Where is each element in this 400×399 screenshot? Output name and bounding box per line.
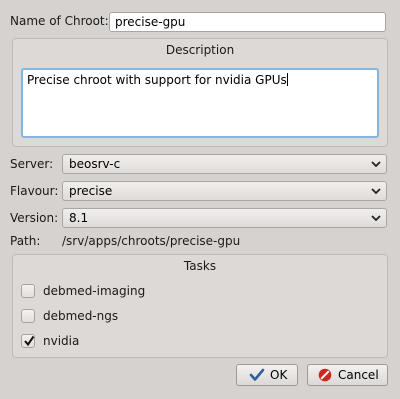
checkbox[interactable] xyxy=(21,284,35,298)
checkmark-icon xyxy=(24,335,35,347)
ok-button[interactable]: OK xyxy=(236,364,298,386)
version-value: 8.1 xyxy=(69,211,89,225)
cancel-label: Cancel xyxy=(338,368,379,382)
server-label: Server: xyxy=(10,157,54,171)
chevron-down-icon xyxy=(371,161,381,168)
description-textarea[interactable]: Precise chroot with support for nvidia G… xyxy=(21,68,379,138)
task-label: debmed-imaging xyxy=(43,284,146,298)
text-cursor xyxy=(286,73,288,86)
cancel-icon xyxy=(318,368,332,382)
description-group: Description Precise chroot with support … xyxy=(12,38,388,147)
version-label: Version: xyxy=(10,211,59,225)
description-text: Precise chroot with support for nvidia G… xyxy=(27,73,287,87)
server-select[interactable]: beosrv-c xyxy=(62,154,387,174)
tasks-title: Tasks xyxy=(183,259,217,273)
server-value: beosrv-c xyxy=(69,157,121,171)
ok-label: OK xyxy=(270,368,288,382)
description-title: Description xyxy=(165,43,235,57)
checkbox[interactable] xyxy=(21,309,35,323)
checkbox-checked[interactable] xyxy=(21,334,35,348)
name-input[interactable]: precise-gpu xyxy=(109,12,386,32)
task-label: debmed-ngs xyxy=(43,309,119,323)
name-label: Name of Chroot: xyxy=(10,14,109,28)
flavour-label: Flavour: xyxy=(10,184,59,198)
version-select[interactable]: 8.1 xyxy=(62,208,387,228)
chevron-down-icon xyxy=(371,188,381,195)
flavour-select[interactable]: precise xyxy=(62,181,387,201)
task-label: nvidia xyxy=(43,334,80,348)
cancel-button[interactable]: Cancel xyxy=(307,364,388,386)
checkmark-icon xyxy=(249,368,265,381)
chevron-down-icon xyxy=(371,215,381,222)
flavour-value: precise xyxy=(69,184,113,198)
path-label: Path: xyxy=(10,234,41,248)
path-value: /srv/apps/chroots/precise-gpu xyxy=(62,234,241,248)
